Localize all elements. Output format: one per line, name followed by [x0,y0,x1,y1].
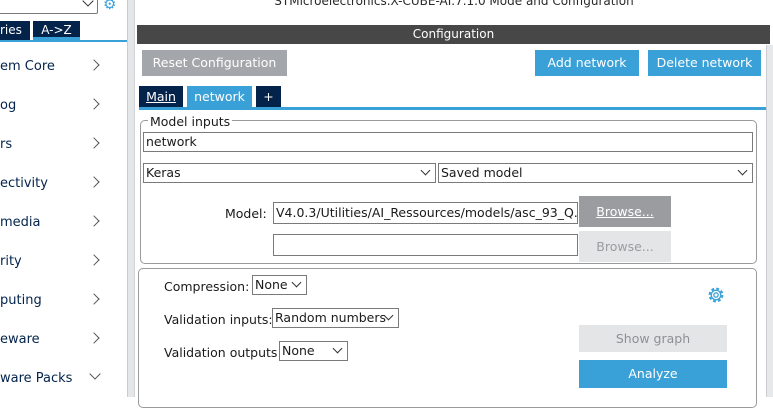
chevron-right-icon [88,176,100,188]
scrollbar[interactable] [766,45,773,397]
tab-add[interactable]: + [256,86,281,107]
chevron-right-icon [88,215,100,227]
model-type-value: Saved model [441,165,523,180]
chevron-down-icon [737,165,748,176]
network-name-input[interactable]: network [143,132,753,152]
chevron-right-icon [88,254,100,266]
gear-icon[interactable]: ⚙ [103,0,116,13]
delete-network-button[interactable]: Delete network [648,50,761,76]
chevron-down-icon [291,277,302,288]
sidebar-item-software-packs[interactable]: ware Packs [0,359,127,397]
configuration-header: Configuration [137,25,770,44]
sidebar-item-label: eware [0,332,40,347]
sidebar-item-computing[interactable]: puting [0,281,127,320]
sidebar-item-timers[interactable]: rs [0,125,127,164]
chevron-down-icon [420,165,431,176]
tab-main[interactable]: Main [139,86,183,107]
compression-select[interactable]: None [252,275,307,295]
gear-icon[interactable] [705,284,727,306]
chevron-right-icon [88,293,100,305]
sidebar-item-label: ectivity [0,176,48,191]
tabs-underline [139,107,766,110]
compression-value: None [255,277,288,292]
sidebar-item-security[interactable]: rity [0,242,127,281]
chevron-down-icon [332,343,343,354]
chevron-right-icon [88,98,100,110]
sidebar-item-middleware[interactable]: eware [0,320,127,359]
validation-outputs-select[interactable]: None [279,341,348,361]
validation-outputs-label: Validation outputs: [164,345,282,360]
model-inputs-legend: Model inputs [148,114,233,129]
window-title: STMicroelectronics.X-CUBE-AI.7.1.0 Mode … [274,0,634,8]
sidebar-item-analog[interactable]: og [0,86,127,125]
framework-select[interactable]: Keras [143,163,436,183]
sidebar-item-label: ware Packs [0,371,73,386]
compression-label: Compression: [164,279,250,294]
category-dropdown[interactable] [0,0,98,14]
sidebar-item-label: media [0,215,41,230]
chevron-down-icon [82,0,94,7]
model-type-select[interactable]: Saved model [438,163,753,183]
main-panel: STMicroelectronics.X-CUBE-AI.7.1.0 Mode … [135,0,773,408]
model-label: Model: [225,206,267,221]
validation-inputs-select[interactable]: Random numbers [272,308,399,328]
analyze-button[interactable]: Analyze [579,360,727,388]
tab-underline [0,40,127,42]
show-graph-button[interactable]: Show graph [579,325,727,352]
framework-value: Keras [146,165,181,180]
chevron-right-icon [88,137,100,149]
add-network-button[interactable]: Add network [535,50,639,76]
reset-configuration-button[interactable]: Reset Configuration [142,50,287,76]
left-panel: ⚙ ries A->Z em Core og rs ectivity media… [0,0,127,397]
sidebar-item-label: rs [0,137,13,152]
sidebar-item-system-core[interactable]: em Core [0,47,127,86]
validation-inputs-value: Random numbers [275,310,387,325]
chevron-right-icon [88,332,100,344]
browse-second-button[interactable]: Browse... [579,231,671,262]
validation-inputs-label: Validation inputs: [164,312,273,327]
sidebar-item-label: puting [0,293,42,308]
sidebar-item-label: og [0,98,17,113]
chevron-right-icon [88,59,100,71]
chevron-down-icon [89,368,101,380]
category-tabs: ries A->Z [0,21,127,40]
panel-splitter[interactable] [127,0,135,397]
tab-categories[interactable]: ries [0,21,30,40]
sidebar-item-multimedia[interactable]: media [0,203,127,242]
sidebar-item-connectivity[interactable]: ectivity [0,164,127,203]
model-path-input[interactable]: V4.0.3/Utilities/AI_Ressources/models/as… [273,202,578,224]
browse-model-button[interactable]: Browse... [579,196,671,227]
validation-outputs-value: None [282,343,315,358]
tab-network[interactable]: network [187,86,252,107]
second-path-input[interactable] [273,234,578,256]
sidebar-item-label: rity [0,254,22,269]
sidebar-item-label: em Core [0,59,55,74]
tab-a-to-z[interactable]: A->Z [33,21,80,40]
